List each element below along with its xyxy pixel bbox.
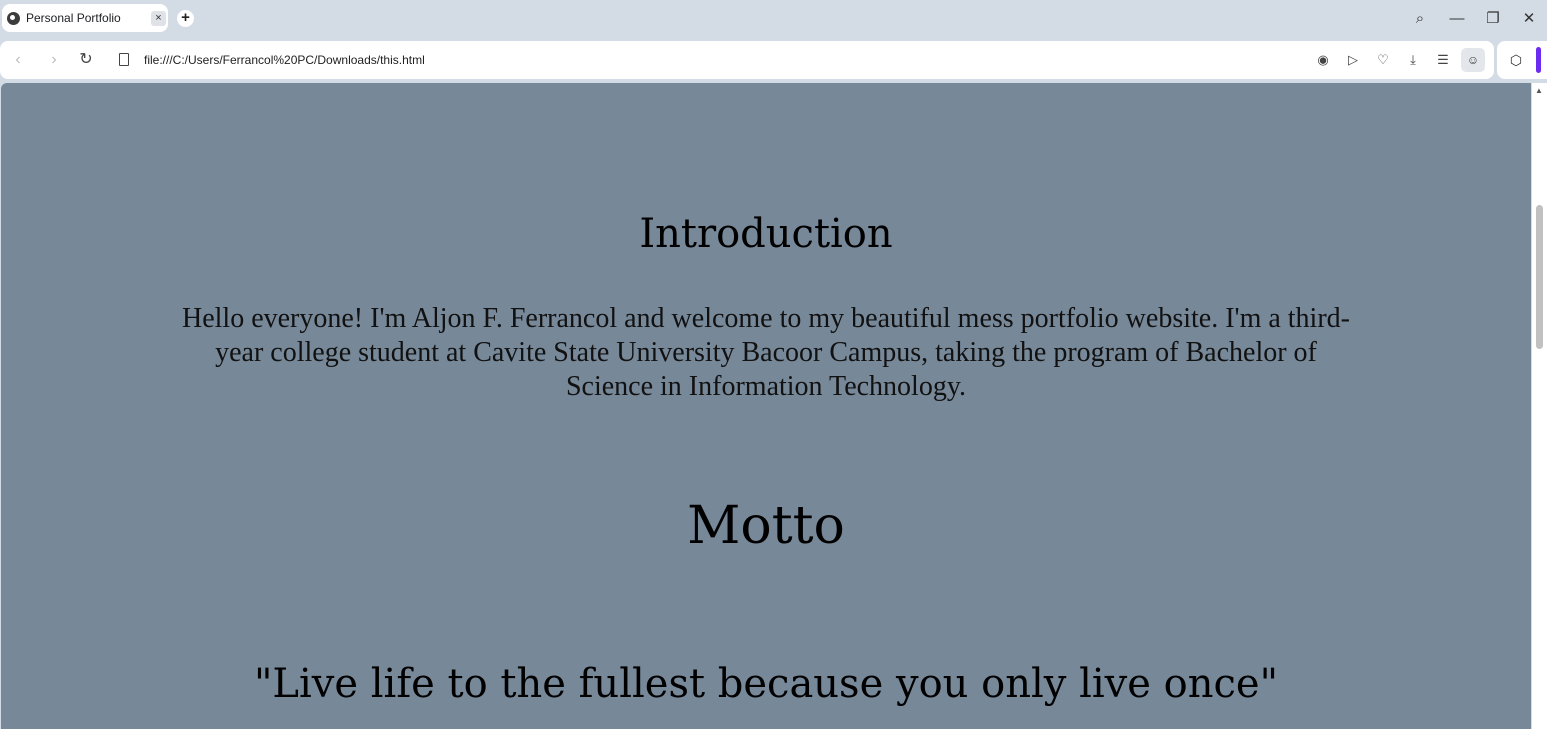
heart-icon[interactable]: ♡ [1373,50,1393,70]
tab-personal-portfolio[interactable]: Personal Portfolio × [2,4,168,32]
new-tab-button[interactable]: + [177,10,194,27]
address-bar[interactable]: file:///C:/Users/Ferrancol%20PC/Download… [144,53,425,67]
globe-icon [7,12,20,25]
scroll-up-icon[interactable]: ▲ [1535,86,1543,95]
browser-toolbar: ‹ › ↻ file:///C:/Users/Ferrancol%20PC/Do… [0,41,1494,79]
restore-button[interactable]: ❐ [1482,8,1504,30]
intro-paragraph: Hello everyone! I'm Aljon F. Ferrancol a… [181,303,1350,402]
motto-quote: "Live life to the fullest because you on… [254,661,1278,707]
tab-close-button[interactable]: × [151,11,166,26]
camera-icon[interactable]: ◉ [1313,50,1333,70]
motto-heading: Motto [687,496,845,556]
back-button[interactable]: ‹ [8,50,28,70]
tab-strip: Personal Portfolio × + ⌕ — ❐ ✕ [0,0,1547,40]
send-icon[interactable]: ▷ [1343,50,1363,70]
menu-icon[interactable]: ☰ [1433,50,1453,70]
intro-heading: Introduction [639,211,893,257]
forward-button[interactable]: › [44,50,64,70]
side-panel: ⬡ [1497,41,1547,79]
minimize-button[interactable]: — [1446,8,1468,30]
reload-button[interactable]: ↻ [76,50,96,70]
extensions-icon[interactable]: ⬡ [1506,50,1526,70]
sidebar-accent [1536,47,1541,73]
vertical-scrollbar[interactable]: ▲ [1532,83,1547,729]
download-icon[interactable]: ⤓ [1403,50,1423,70]
page-viewport: Introduction Hello everyone! I'm Aljon F… [1,83,1531,729]
close-window-button[interactable]: ✕ [1518,8,1540,30]
tab-title: Personal Portfolio [26,11,121,25]
scrollbar-thumb[interactable] [1536,205,1543,349]
file-icon [119,53,129,66]
profile-icon[interactable]: ☺ [1461,48,1485,72]
search-tabs-icon[interactable]: ⌕ [1409,8,1431,30]
